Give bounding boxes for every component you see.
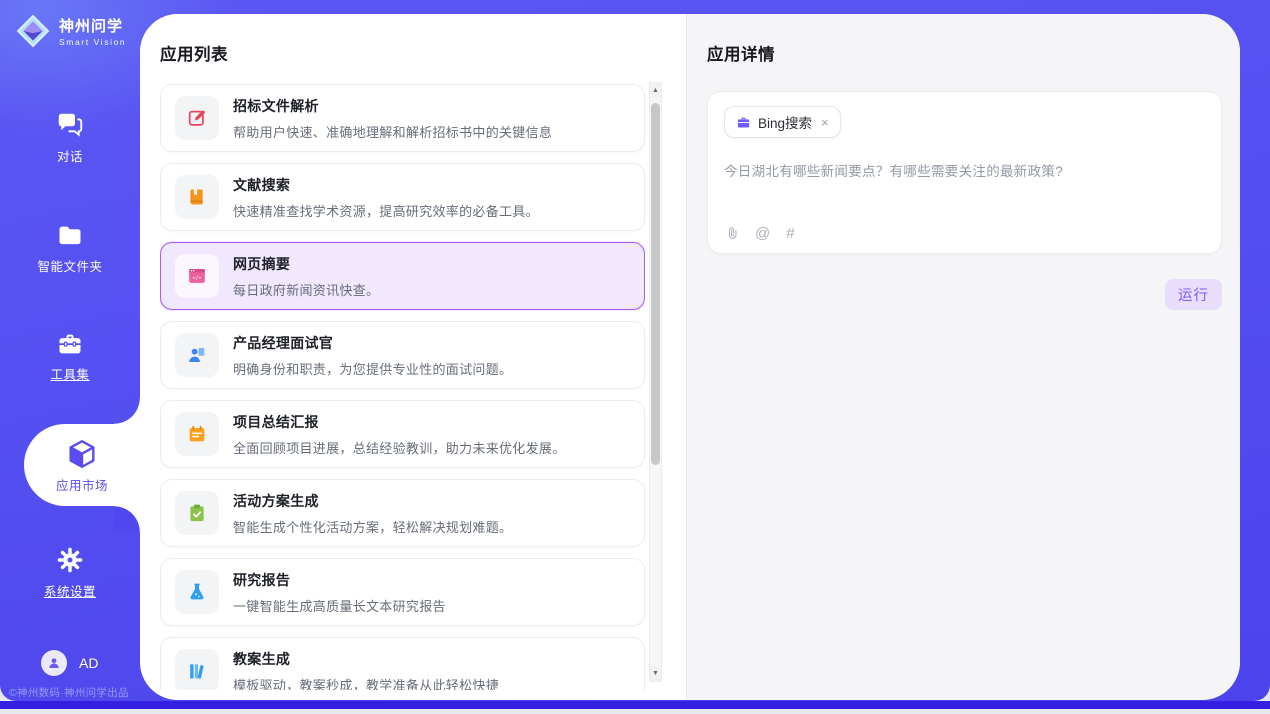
briefcase-icon [736, 115, 751, 130]
app-card-desc: 每日政府新闻资讯快查。 [233, 280, 379, 299]
scrollbar[interactable]: ▲ ▼ [649, 82, 662, 682]
sidebar-item-label: 对话 [57, 146, 83, 165]
attach-toolbar: @ # [724, 225, 795, 242]
clipboard-icon [175, 491, 219, 535]
app-card-books[interactable]: 教案生成 模板驱动，教案秒成，教学准备从此轻松快捷 [160, 637, 645, 690]
interview-icon [175, 333, 219, 377]
chip-close-icon[interactable]: × [821, 115, 829, 130]
app-card-title: 文献搜索 [233, 175, 539, 195]
app-card-calendar[interactable]: 项目总结汇报 全面回顾项目进展，总结经验教训，助力未来优化发展。 [160, 400, 645, 468]
gear-icon [55, 545, 85, 575]
paperclip-icon[interactable] [724, 225, 739, 242]
tool-chip-label: Bing搜索 [758, 112, 812, 132]
app-card-desc: 智能生成个性化活动方案，轻松解决规划难题。 [233, 517, 512, 536]
sidebar-item-label: 应用市场 [56, 475, 108, 494]
copyright-text: ©神州数码·神州问学出品 [9, 685, 129, 700]
app-detail-pane: 应用详情 Bing搜索 × 今日湖北有哪些新闻要点？有哪些需要关注的最新政策? [686, 14, 1240, 700]
app-card-desc: 快速精准查找学术资源，提高研究效率的必备工具。 [233, 201, 539, 220]
app-list-pane: 应用列表 招标文件解析 帮助用户快速、准确地理解和解析招标书中的关键信息 文献搜… [140, 14, 686, 700]
app-card-desc: 全面回顾项目进展，总结经验教训，助力未来优化发展。 [233, 438, 566, 457]
app-card-desc: 模板驱动，教案秒成，教学准备从此轻松快捷 [233, 675, 499, 691]
app-card-title: 网页摘要 [233, 254, 379, 274]
brand-logo[interactable]: 神州问学 Smart Vision [14, 12, 126, 50]
person-icon [46, 655, 62, 671]
app-card-desc: 一键智能生成高质量长文本研究报告 [233, 596, 446, 615]
user-account[interactable]: AD [41, 650, 98, 676]
chat-icon [54, 110, 86, 140]
screen: 神州问学 Smart Vision 对话 智能文件夹 工具 [0, 0, 1270, 714]
app-card-browser[interactable]: </> 网页摘要 每日政府新闻资讯快查。 [160, 242, 645, 310]
sidebar-item-smart-folders[interactable]: 智能文件夹 [0, 222, 140, 276]
scroll-up-icon[interactable]: ▲ [650, 83, 661, 98]
prompt-input[interactable]: 今日湖北有哪些新闻要点？有哪些需要关注的最新政策? [724, 160, 1205, 180]
svg-text:</>: </> [192, 275, 201, 281]
app-card-desc: 帮助用户快速、准确地理解和解析招标书中的关键信息 [233, 122, 552, 141]
mention-icon[interactable]: @ [755, 226, 770, 241]
bid-doc-icon [175, 96, 219, 140]
app-detail-title: 应用详情 [707, 41, 1222, 65]
scroll-down-icon[interactable]: ▼ [650, 666, 661, 681]
hash-icon[interactable]: # [786, 226, 794, 241]
sidebar-item-label: 智能文件夹 [37, 256, 102, 275]
diamond-logo-icon [14, 12, 52, 50]
sidebar-item-chat[interactable]: 对话 [0, 110, 140, 166]
app-list-scroll: 招标文件解析 帮助用户快速、准确地理解和解析招标书中的关键信息 文献搜索 快速精… [160, 84, 645, 690]
app-list-title: 应用列表 [160, 41, 228, 65]
app-card-bid-doc[interactable]: 招标文件解析 帮助用户快速、准确地理解和解析招标书中的关键信息 [160, 84, 645, 152]
sidebar-item-label: 工具集 [50, 364, 89, 383]
sidebar-item-toolset[interactable]: 工具集 [0, 330, 140, 384]
calendar-icon [175, 412, 219, 456]
brand-subtitle: Smart Vision [59, 37, 126, 47]
app-card-book[interactable]: 文献搜索 快速精准查找学术资源，提高研究效率的必备工具。 [160, 163, 645, 231]
sidebar-item-label: 系统设置 [44, 581, 96, 600]
brand-name: 神州问学 [59, 15, 126, 36]
toolbox-icon [54, 330, 86, 358]
run-button[interactable]: 运行 [1165, 279, 1222, 310]
app-card-title: 项目总结汇报 [233, 412, 566, 432]
scrollbar-thumb[interactable] [651, 103, 660, 465]
tool-chip-bing-search[interactable]: Bing搜索 × [724, 106, 841, 138]
app-card-title: 教案生成 [233, 649, 499, 669]
browser-icon: </> [175, 254, 219, 298]
app-card-title: 研究报告 [233, 570, 446, 590]
book-icon [175, 175, 219, 219]
app-card-clipboard[interactable]: 活动方案生成 智能生成个性化活动方案，轻松解决规划难题。 [160, 479, 645, 547]
sidebar-item-settings[interactable]: 系统设置 [0, 545, 140, 601]
prompt-card: Bing搜索 × 今日湖北有哪些新闻要点？有哪些需要关注的最新政策? @ # [707, 91, 1222, 254]
app-card-interview[interactable]: 产品经理面试官 明确身份和职责，为您提供专业性的面试问题。 [160, 321, 645, 389]
user-name: AD [79, 655, 98, 671]
folder-icon [54, 222, 86, 250]
app-card-title: 招标文件解析 [233, 96, 552, 116]
app-card-title: 活动方案生成 [233, 491, 512, 511]
app-card-title: 产品经理面试官 [233, 333, 512, 353]
app-card-desc: 明确身份和职责，为您提供专业性的面试问题。 [233, 359, 512, 378]
app-card-research[interactable]: 研究报告 一键智能生成高质量长文本研究报告 [160, 558, 645, 626]
window-bottom-strip [0, 701, 1270, 709]
cube-icon [65, 437, 99, 471]
research-icon [175, 570, 219, 614]
main-panel: 应用列表 招标文件解析 帮助用户快速、准确地理解和解析招标书中的关键信息 文献搜… [140, 14, 1240, 700]
sidebar: 神州问学 Smart Vision 对话 智能文件夹 工具 [0, 0, 140, 701]
sidebar-item-app-market[interactable]: 应用市场 [24, 424, 140, 506]
books-icon [175, 649, 219, 690]
avatar [41, 650, 67, 676]
